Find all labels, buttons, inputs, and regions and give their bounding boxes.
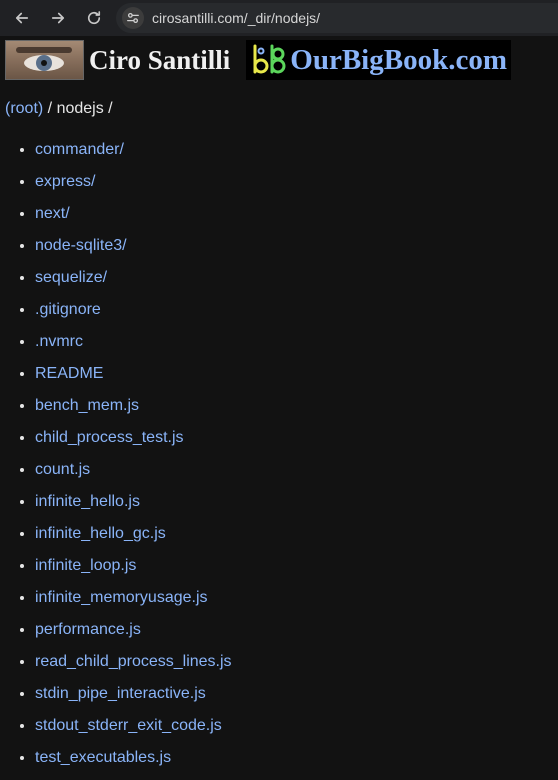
breadcrumb: (root) / nodejs / [5, 100, 558, 118]
list-item: read_child_process_lines.js [35, 646, 558, 678]
list-item: count.js [35, 454, 558, 486]
author-name[interactable]: Ciro Santilli [89, 45, 230, 76]
entry-link[interactable]: commander/ [35, 141, 124, 158]
reload-button[interactable] [80, 4, 108, 32]
breadcrumb-root-link[interactable]: (root) [5, 100, 43, 117]
entry-link[interactable]: .gitignore [35, 301, 101, 318]
entry-link[interactable]: infinite_hello.js [35, 493, 140, 510]
list-item: README [35, 358, 558, 390]
list-item: node-sqlite3/ [35, 230, 558, 262]
reload-icon [87, 11, 101, 25]
entry-link[interactable]: child_process_test.js [35, 429, 184, 446]
address-bar[interactable]: cirosantilli.com/_dir/nodejs/ [116, 3, 558, 33]
author-eye-photo [5, 40, 84, 80]
entry-link[interactable]: bench_mem.js [35, 397, 139, 414]
entry-link[interactable]: next/ [35, 205, 70, 222]
list-item: .gitignore [35, 294, 558, 326]
entry-link[interactable]: stdin_pipe_interactive.js [35, 685, 206, 702]
entry-link[interactable]: test_executables.js [35, 749, 171, 766]
entry-link[interactable]: node-sqlite3/ [35, 237, 127, 254]
browser-toolbar: cirosantilli.com/_dir/nodejs/ [0, 0, 558, 36]
list-item: commander/ [35, 134, 558, 166]
arrow-left-icon [15, 12, 29, 24]
entry-link[interactable]: .nvmrc [35, 333, 83, 350]
list-item: stdin_pipe_interactive.js [35, 678, 558, 710]
list-item: infinite_memoryusage.js [35, 582, 558, 614]
list-item: test_executables.js [35, 742, 558, 774]
ourbigbook-link[interactable]: OurBigBook.com [246, 40, 511, 80]
ourbigbook-site-name: OurBigBook.com [290, 43, 507, 76]
site-banner[interactable]: Ciro Santilli OurBigBook.com [0, 40, 558, 80]
list-item: child_process_test.js [35, 422, 558, 454]
list-item: infinite_loop.js [35, 550, 558, 582]
list-item: sequelize/ [35, 262, 558, 294]
arrow-right-icon [51, 12, 65, 24]
directory-listing: commander/ express/ next/ node-sqlite3/ … [0, 134, 558, 774]
site-info-button[interactable] [122, 7, 144, 29]
list-item: next/ [35, 198, 558, 230]
list-item: express/ [35, 166, 558, 198]
list-item: bench_mem.js [35, 390, 558, 422]
ourbigbook-logo-icon [253, 44, 286, 74]
breadcrumb-path: / nodejs / [43, 100, 113, 117]
url-text: cirosantilli.com/_dir/nodejs/ [152, 10, 321, 26]
list-item: performance.js [35, 614, 558, 646]
list-item: .nvmrc [35, 326, 558, 358]
tune-icon [127, 12, 139, 24]
list-item: infinite_hello.js [35, 486, 558, 518]
forward-button[interactable] [44, 4, 72, 32]
list-item: stdout_stderr_exit_code.js [35, 710, 558, 742]
entry-link[interactable]: stdout_stderr_exit_code.js [35, 717, 222, 734]
back-button[interactable] [8, 4, 36, 32]
entry-link[interactable]: sequelize/ [35, 269, 107, 286]
entry-link[interactable]: README [35, 365, 103, 382]
entry-link[interactable]: infinite_loop.js [35, 557, 136, 574]
list-item: infinite_hello_gc.js [35, 518, 558, 550]
entry-link[interactable]: infinite_hello_gc.js [35, 525, 166, 542]
entry-link[interactable]: read_child_process_lines.js [35, 653, 232, 670]
entry-link[interactable]: express/ [35, 173, 95, 190]
entry-link[interactable]: count.js [35, 461, 90, 478]
entry-link[interactable]: infinite_memoryusage.js [35, 589, 208, 606]
entry-link[interactable]: performance.js [35, 621, 141, 638]
